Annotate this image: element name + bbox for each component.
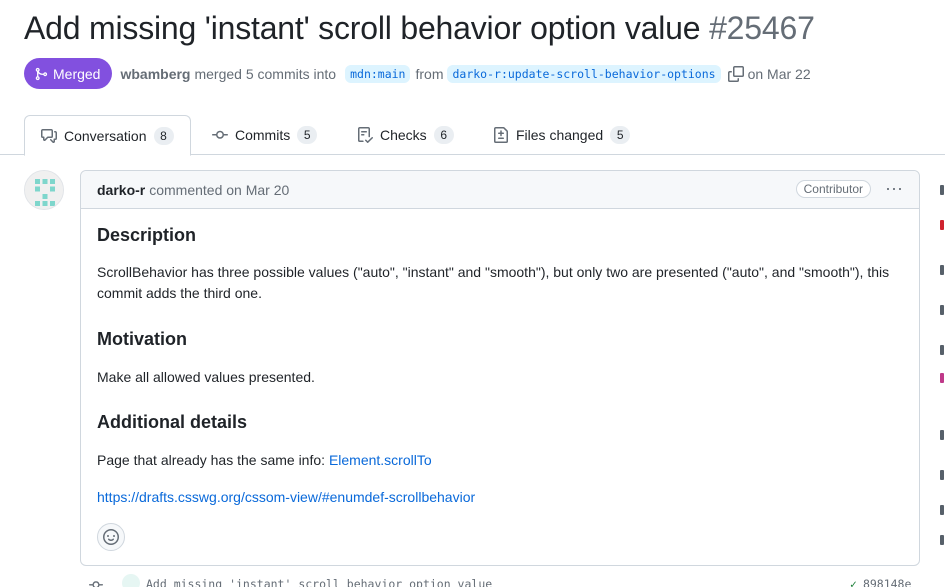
tab-conversation-label: Conversation bbox=[64, 127, 147, 144]
additional-prefix: Page that already has the same info: bbox=[97, 452, 329, 468]
sidebar-fragment bbox=[940, 220, 944, 230]
tab-files-changed-count: 5 bbox=[610, 126, 631, 144]
commit-sha-text: 898148e bbox=[862, 577, 912, 587]
sidebar-fragment bbox=[940, 505, 944, 515]
sidebar-fragment bbox=[940, 470, 944, 480]
tab-checks-count: 6 bbox=[433, 126, 454, 144]
comment-header: darko-r commented on Mar 20 bbox=[81, 171, 919, 209]
git-commit-icon bbox=[89, 581, 103, 587]
file-diff-icon bbox=[494, 127, 508, 143]
tab-commits-label: Commits bbox=[235, 127, 291, 143]
comment-box: darko-r commented on Mar 20 Contributor … bbox=[80, 170, 920, 566]
heading-motivation: Motivation bbox=[97, 329, 187, 349]
avatar[interactable] bbox=[122, 574, 140, 587]
paragraph-additional-details: Page that already has the same info: Ele… bbox=[97, 450, 897, 471]
pr-meta: Merged wbamberg merged 5 commits into md… bbox=[24, 58, 811, 89]
smiley-icon bbox=[103, 529, 119, 545]
identicon-icon bbox=[25, 171, 63, 209]
paragraph-description: ScrollBehavior has three possible values… bbox=[97, 264, 890, 301]
tab-checks[interactable]: Checks 6 bbox=[341, 115, 470, 155]
sidebar-edge bbox=[940, 185, 945, 565]
heading-description: Description bbox=[97, 225, 197, 245]
spec-link[interactable]: https://drafts.csswg.org/cssom-view/#enu… bbox=[97, 489, 475, 505]
tab-commits-count: 5 bbox=[297, 126, 318, 144]
merge-date: on Mar 22 bbox=[747, 65, 811, 82]
add-reaction-button[interactable] bbox=[97, 523, 125, 551]
sidebar-fragment bbox=[940, 305, 944, 315]
base-branch[interactable]: mdn:main bbox=[345, 64, 411, 83]
tab-checks-label: Checks bbox=[380, 127, 427, 143]
tab-conversation[interactable]: Conversation 8 bbox=[24, 115, 191, 156]
tab-conversation-count: 8 bbox=[153, 126, 174, 145]
pr-title-text: Add missing 'instant' scroll behavior op… bbox=[24, 10, 701, 46]
heading-additional-details: Additional details bbox=[97, 412, 248, 432]
tab-files-changed[interactable]: Files changed 5 bbox=[477, 115, 646, 155]
contributor-badge: Contributor bbox=[795, 180, 871, 198]
from-text: from bbox=[415, 65, 444, 82]
state-label: Merged bbox=[53, 65, 101, 82]
sidebar-fragment bbox=[940, 345, 944, 355]
pr-number: #25467 bbox=[709, 10, 815, 46]
comment-author[interactable]: darko-r bbox=[97, 182, 145, 198]
element-scrollto-link[interactable]: Element.scrollTo bbox=[329, 452, 432, 468]
head-branch[interactable]: darko-r:update-scroll-behavior-options bbox=[447, 64, 721, 83]
spec-paragraph: https://drafts.csswg.org/cssom-view/#enu… bbox=[97, 487, 897, 508]
comment-action[interactable]: commented on Mar 20 bbox=[149, 182, 289, 198]
git-commit-icon bbox=[212, 130, 228, 139]
sidebar-fragment bbox=[940, 535, 944, 545]
sidebar-fragment bbox=[940, 185, 944, 195]
git-merge-icon bbox=[35, 67, 48, 80]
kebab-horizontal-icon[interactable]: ··· bbox=[885, 179, 903, 197]
merged-state-badge: Merged bbox=[24, 58, 113, 89]
pr-title: Add missing 'instant' scroll behavior op… bbox=[24, 10, 815, 47]
comment-discussion-icon bbox=[41, 128, 57, 143]
sidebar-fragment bbox=[940, 373, 944, 383]
pr-tabs: Conversation 8 Commits 5 Checks 6 Files … bbox=[0, 115, 945, 156]
check-icon: ✓ bbox=[850, 577, 857, 587]
tab-files-changed-label: Files changed bbox=[516, 127, 604, 143]
sidebar-fragment bbox=[940, 430, 944, 440]
checklist-icon bbox=[358, 127, 373, 143]
avatar[interactable] bbox=[24, 170, 64, 210]
sidebar-fragment bbox=[940, 265, 944, 275]
copy-icon[interactable] bbox=[727, 65, 744, 82]
tab-commits[interactable]: Commits 5 bbox=[196, 115, 333, 155]
paragraph-motivation: Make all allowed values presented. bbox=[97, 369, 315, 385]
timeline-commit-item: Add missing 'instant' scroll behavior op… bbox=[80, 572, 945, 587]
pr-merger-link[interactable]: wbamberg bbox=[120, 66, 190, 82]
merged-text: merged 5 commits into bbox=[194, 65, 337, 82]
commit-sha[interactable]: ✓ 898148e bbox=[850, 577, 911, 587]
commit-message-link[interactable]: Add missing 'instant' scroll behavior op… bbox=[146, 577, 492, 587]
